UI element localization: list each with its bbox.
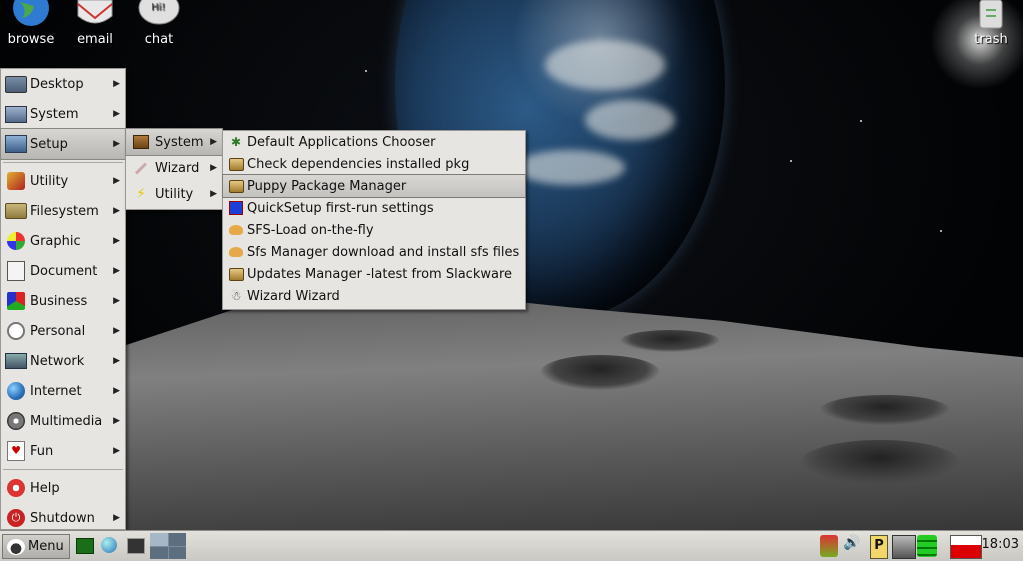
terminal-icon[interactable] — [127, 538, 145, 554]
taskbar: Menu 🔊 P 18:03 — [0, 530, 1023, 561]
globe-icon[interactable] — [101, 537, 117, 553]
menu-item-sfs-load[interactable]: SFS-Load on-the-fly — [223, 219, 525, 241]
wizard-icon: ☃ — [230, 289, 242, 303]
menu-separator — [3, 162, 123, 163]
network-monitor-icon[interactable] — [892, 535, 916, 559]
workspace-pager[interactable] — [150, 533, 186, 559]
submenu-item-wizard[interactable]: Wizard ▶ — [126, 155, 222, 181]
globe-icon — [10, 0, 52, 30]
menu-item-default-applications-chooser[interactable]: ✱ Default Applications Chooser — [223, 131, 525, 153]
desktop-icon — [5, 75, 27, 93]
menu-item-multimedia[interactable]: Multimedia ▶ — [1, 406, 125, 436]
graphic-icon — [7, 232, 25, 250]
main-menu: Desktop ▶ System ▶ Setup ▶ Utility ▶ Filesys… — [0, 68, 126, 530]
menu-item-quicksetup[interactable]: QuickSetup first-run settings — [223, 197, 525, 219]
box-icon — [133, 135, 149, 149]
power-icon: ⏻ — [7, 509, 25, 527]
submenu-item-utility[interactable]: ⚡ Utility ▶ — [126, 181, 222, 207]
workspace-4[interactable] — [168, 546, 186, 559]
help-icon — [7, 479, 25, 497]
workspace-2[interactable] — [168, 533, 186, 546]
puppy-p-icon[interactable]: P — [870, 535, 888, 559]
menu-item-filesystem[interactable]: Filesystem ▶ — [1, 196, 125, 226]
package-icon — [228, 267, 244, 281]
clock[interactable]: 18:03 — [982, 537, 1019, 552]
menu-item-personal[interactable]: Personal ▶ — [1, 316, 125, 346]
sfs-icon — [229, 225, 243, 235]
menu-item-utility[interactable]: Utility ▶ — [1, 166, 125, 196]
desktop-icon-chat[interactable]: Hi! chat — [124, 0, 194, 47]
menu-item-check-dependencies[interactable]: Check dependencies installed pkg — [223, 153, 525, 175]
menu-separator — [3, 469, 123, 470]
sfs-icon — [229, 247, 243, 257]
svg-text:Hi!: Hi! — [151, 2, 165, 13]
menu-item-graphic[interactable]: Graphic ▶ — [1, 226, 125, 256]
volume-icon[interactable]: 🔊 — [843, 535, 865, 557]
menu-button[interactable]: Menu — [2, 534, 70, 559]
desktop-show-icon[interactable] — [76, 538, 94, 554]
globe-icon — [7, 382, 25, 400]
desktop-icon-trash[interactable]: trash — [956, 0, 1023, 47]
menu-item-shutdown[interactable]: ⏻ Shutdown ▶ — [1, 503, 125, 533]
menu-item-puppy-package-manager[interactable]: Puppy Package Manager — [222, 174, 526, 198]
menu-item-network[interactable]: Network ▶ — [1, 346, 125, 376]
menu-item-setup[interactable]: Setup ▶ — [0, 128, 126, 160]
menu-item-business[interactable]: Business ▶ — [1, 286, 125, 316]
menu-item-sfs-manager[interactable]: Sfs Manager download and install sfs fil… — [223, 241, 525, 263]
star-icon: ✱ — [230, 135, 242, 149]
cards-icon: ♥ — [7, 441, 25, 461]
submenu-item-system[interactable]: System ▶ — [125, 128, 223, 156]
menu-item-system[interactable]: System ▶ — [1, 99, 125, 129]
document-icon — [7, 261, 25, 281]
chat-bubble-icon: Hi! — [138, 0, 180, 30]
menu-item-internet[interactable]: Internet ▶ — [1, 376, 125, 406]
multimedia-icon — [7, 412, 25, 430]
package-icon — [228, 179, 244, 193]
memory-monitor-icon[interactable] — [917, 535, 937, 557]
network-status-icon[interactable] — [820, 535, 838, 557]
folder-icon — [5, 203, 27, 219]
setup-icon — [5, 135, 27, 153]
clock-icon — [7, 322, 25, 340]
workspace-3[interactable] — [150, 546, 168, 559]
trash-icon — [970, 0, 1012, 30]
business-icon — [7, 292, 25, 310]
network-icon — [5, 353, 27, 369]
menu-item-updates-manager[interactable]: Updates Manager -latest from Slackware — [223, 263, 525, 285]
desktop-icon-browse[interactable]: browse — [0, 0, 66, 47]
workspace-1[interactable] — [150, 533, 168, 546]
email-icon — [74, 0, 116, 30]
desktop-icon-email[interactable]: email — [60, 0, 130, 47]
wand-icon — [134, 161, 148, 175]
menu-item-desktop[interactable]: Desktop ▶ — [1, 69, 125, 99]
lightning-icon: ⚡ — [136, 186, 146, 202]
menu-item-fun[interactable]: ♥ Fun ▶ — [1, 436, 125, 466]
quicksetup-icon — [229, 201, 243, 215]
menu-item-wizard-wizard[interactable]: ☃ Wizard Wizard — [223, 285, 525, 307]
menu-item-help[interactable]: Help — [1, 473, 125, 503]
utility-icon — [7, 172, 25, 190]
setup-submenu: System ▶ Wizard ▶ ⚡ Utility ▶ — [125, 128, 223, 210]
system-icon — [5, 105, 27, 123]
menu-item-document[interactable]: Document ▶ — [1, 256, 125, 286]
paw-icon — [7, 538, 25, 555]
cpu-monitor-icon[interactable] — [950, 535, 982, 559]
package-icon — [228, 157, 244, 171]
system-submenu: ✱ Default Applications Chooser Check depe… — [222, 130, 526, 310]
